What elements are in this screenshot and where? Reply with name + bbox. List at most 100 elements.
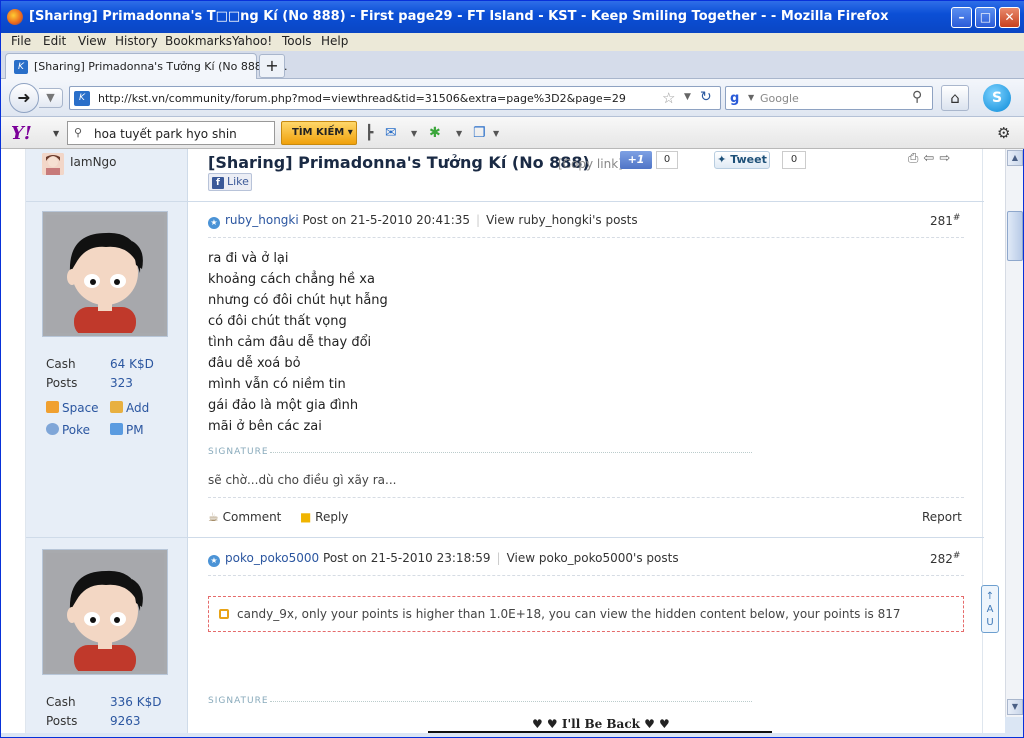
reply-label: Reply <box>315 510 349 524</box>
cash-value[interactable]: 64 K$D <box>110 357 154 371</box>
plus-one-count: 0 <box>656 151 678 169</box>
scrollbar-thumb[interactable] <box>1007 211 1023 261</box>
mail-icon[interactable]: ✉ <box>385 125 397 141</box>
cash-value[interactable]: 336 K$D <box>110 695 161 709</box>
menu-bar: File Edit View History Bookmarks Yahoo! … <box>1 33 1024 51</box>
avatar[interactable] <box>42 549 168 675</box>
message-line: khoảng cách chẳng hề xa <box>208 272 375 287</box>
menu-help[interactable]: Help <box>321 34 348 48</box>
space-link-label: Space <box>62 401 99 415</box>
message-line: nhưng có đôi chút hụt hẫng <box>208 293 388 308</box>
search-icon: ⚲ <box>74 126 83 139</box>
post-floor-number[interactable]: 281# <box>930 213 960 228</box>
avatar[interactable] <box>42 153 64 175</box>
new-tab-button[interactable]: + <box>259 54 285 78</box>
bookmarks-icon[interactable]: ❐ <box>473 125 486 141</box>
menu-tools[interactable]: Tools <box>282 34 312 48</box>
url-bar[interactable]: K http://kst.vn/community/forum.php?mod=… <box>69 86 721 110</box>
facebook-like-button[interactable]: f Like <box>208 173 252 191</box>
skype-icon[interactable]: S <box>983 84 1011 112</box>
top-username[interactable]: IamNgo <box>70 155 117 169</box>
menu-file[interactable]: File <box>11 34 31 48</box>
add-friend-link[interactable]: Add <box>110 401 149 415</box>
tab-thread[interactable]: K [Sharing] Primadonna's Tưởng Kí (No 88… <box>5 53 288 79</box>
view-author-posts-link[interactable]: View poko_poko5000's posts <box>507 551 679 565</box>
url-history-dropdown-icon[interactable]: ▼ <box>684 92 691 102</box>
reply-button[interactable]: ■ Reply <box>300 510 348 524</box>
poke-link[interactable]: Poke <box>46 423 90 437</box>
avatar[interactable] <box>42 211 168 337</box>
site-identity-icon[interactable]: K <box>74 91 90 106</box>
copy-link[interactable]: [Copy link] <box>558 157 623 171</box>
space-link[interactable]: Space <box>46 401 99 415</box>
mail-dropdown-icon[interactable]: ▼ <box>411 129 417 138</box>
scroll-up-arrow-icon[interactable]: ▲ <box>1007 150 1023 166</box>
signature-image-edge <box>428 731 772 733</box>
bookmark-star-icon[interactable]: ☆ <box>662 89 675 107</box>
online-status-icon: ★ <box>208 217 220 229</box>
search-placeholder[interactable]: Google <box>760 92 799 105</box>
firefox-icon <box>7 9 23 25</box>
home-icon <box>46 401 59 413</box>
author-link[interactable]: ruby_hongki <box>225 213 299 227</box>
back-button[interactable]: ➜ <box>9 83 39 113</box>
title-bar[interactable]: [Sharing] Primadonna's T□□ng Kí (No 888)… <box>1 1 1024 33</box>
pm-link[interactable]: PM <box>110 423 144 437</box>
google-icon[interactable]: g <box>730 91 746 107</box>
posts-value[interactable]: 323 <box>110 376 133 390</box>
menu-bookmarks[interactable]: Bookmarks <box>165 34 232 48</box>
post-floor-number[interactable]: 282# <box>930 551 960 566</box>
add-friend-link-label: Add <box>126 401 150 415</box>
cash-label: Cash <box>46 695 76 709</box>
floor-mark: # <box>952 551 961 561</box>
print-icon[interactable]: ⎙ <box>908 151 923 166</box>
signature-label: SIGNATURE <box>208 447 269 457</box>
post-date: Post on 21-5-2010 20:41:35 <box>302 213 471 227</box>
menu-history[interactable]: History <box>115 34 158 48</box>
message-line: gái đảo là một gia đình <box>208 398 359 413</box>
toolbar-separator-icon: ┣ <box>365 125 374 141</box>
menu-edit[interactable]: Edit <box>43 34 66 48</box>
previous-thread-icon[interactable]: ⇦ <box>923 151 939 166</box>
menu-yahoo[interactable]: Yahoo! <box>232 34 272 48</box>
magnifier-icon[interactable]: ⚲ <box>912 89 922 105</box>
yahoo-logo[interactable]: Y! <box>11 123 32 144</box>
gear-icon[interactable]: ⚙ <box>997 124 1010 142</box>
minimize-button[interactable]: – <box>951 7 972 28</box>
yahoo-search-value[interactable]: hoa tuyết park hyo shin <box>94 127 237 141</box>
online-status-icon: ★ <box>208 555 220 567</box>
tweet-count: 0 <box>782 151 806 169</box>
author-link[interactable]: poko_poko5000 <box>225 551 319 565</box>
floor-value: 282 <box>930 552 953 566</box>
comment-button[interactable]: ☕ Comment <box>208 510 281 524</box>
menu-view[interactable]: View <box>78 34 106 48</box>
view-author-posts-link[interactable]: View ruby_hongki's posts <box>486 213 638 227</box>
url-text[interactable]: http://kst.vn/community/forum.php?mod=vi… <box>98 92 626 105</box>
messenger-icon[interactable]: ✱ <box>429 125 441 141</box>
yahoo-search-button[interactable]: TÌM KIẾM ▾ <box>281 121 357 145</box>
back-to-top-button[interactable]: ↑ A U <box>981 585 999 633</box>
posts-label: Posts <box>46 714 78 728</box>
message-line: ra đi và ở lại <box>208 251 289 266</box>
reload-icon[interactable]: ↻ <box>700 89 712 105</box>
yahoo-search-input[interactable]: ⚲ hoa tuyết park hyo shin <box>67 121 275 145</box>
yahoo-dropdown-icon[interactable]: ▼ <box>53 129 59 138</box>
bookmarks-dropdown-icon[interactable]: ▼ <box>493 129 499 138</box>
home-button[interactable]: ⌂ <box>941 85 969 111</box>
next-thread-icon[interactable]: ⇨ <box>939 151 955 166</box>
close-button[interactable]: ✕ <box>999 7 1020 28</box>
tweet-button[interactable]: ✦ Tweet <box>714 151 770 169</box>
maximize-button[interactable]: □ <box>975 7 996 28</box>
posts-value[interactable]: 9263 <box>110 714 141 728</box>
posts-label: Posts <box>46 376 78 390</box>
messenger-dropdown-icon[interactable]: ▼ <box>456 129 462 138</box>
browser-window: [Sharing] Primadonna's T□□ng Kí (No 888)… <box>0 0 1024 738</box>
google-plus-one-button[interactable]: +1 <box>620 151 652 169</box>
forward-button[interactable]: ▼ <box>39 88 63 108</box>
report-button[interactable]: Report <box>922 510 962 524</box>
vertical-scrollbar[interactable]: ▲ ▼ <box>1005 149 1023 717</box>
scroll-down-arrow-icon[interactable]: ▼ <box>1007 699 1023 715</box>
signature-text: ♥ ♥ I'll Be Back ♥ ♥ <box>532 717 670 731</box>
search-engine-dropdown-icon[interactable]: ▼ <box>748 93 754 102</box>
search-box[interactable]: g ▼ Google ⚲ <box>725 86 933 110</box>
